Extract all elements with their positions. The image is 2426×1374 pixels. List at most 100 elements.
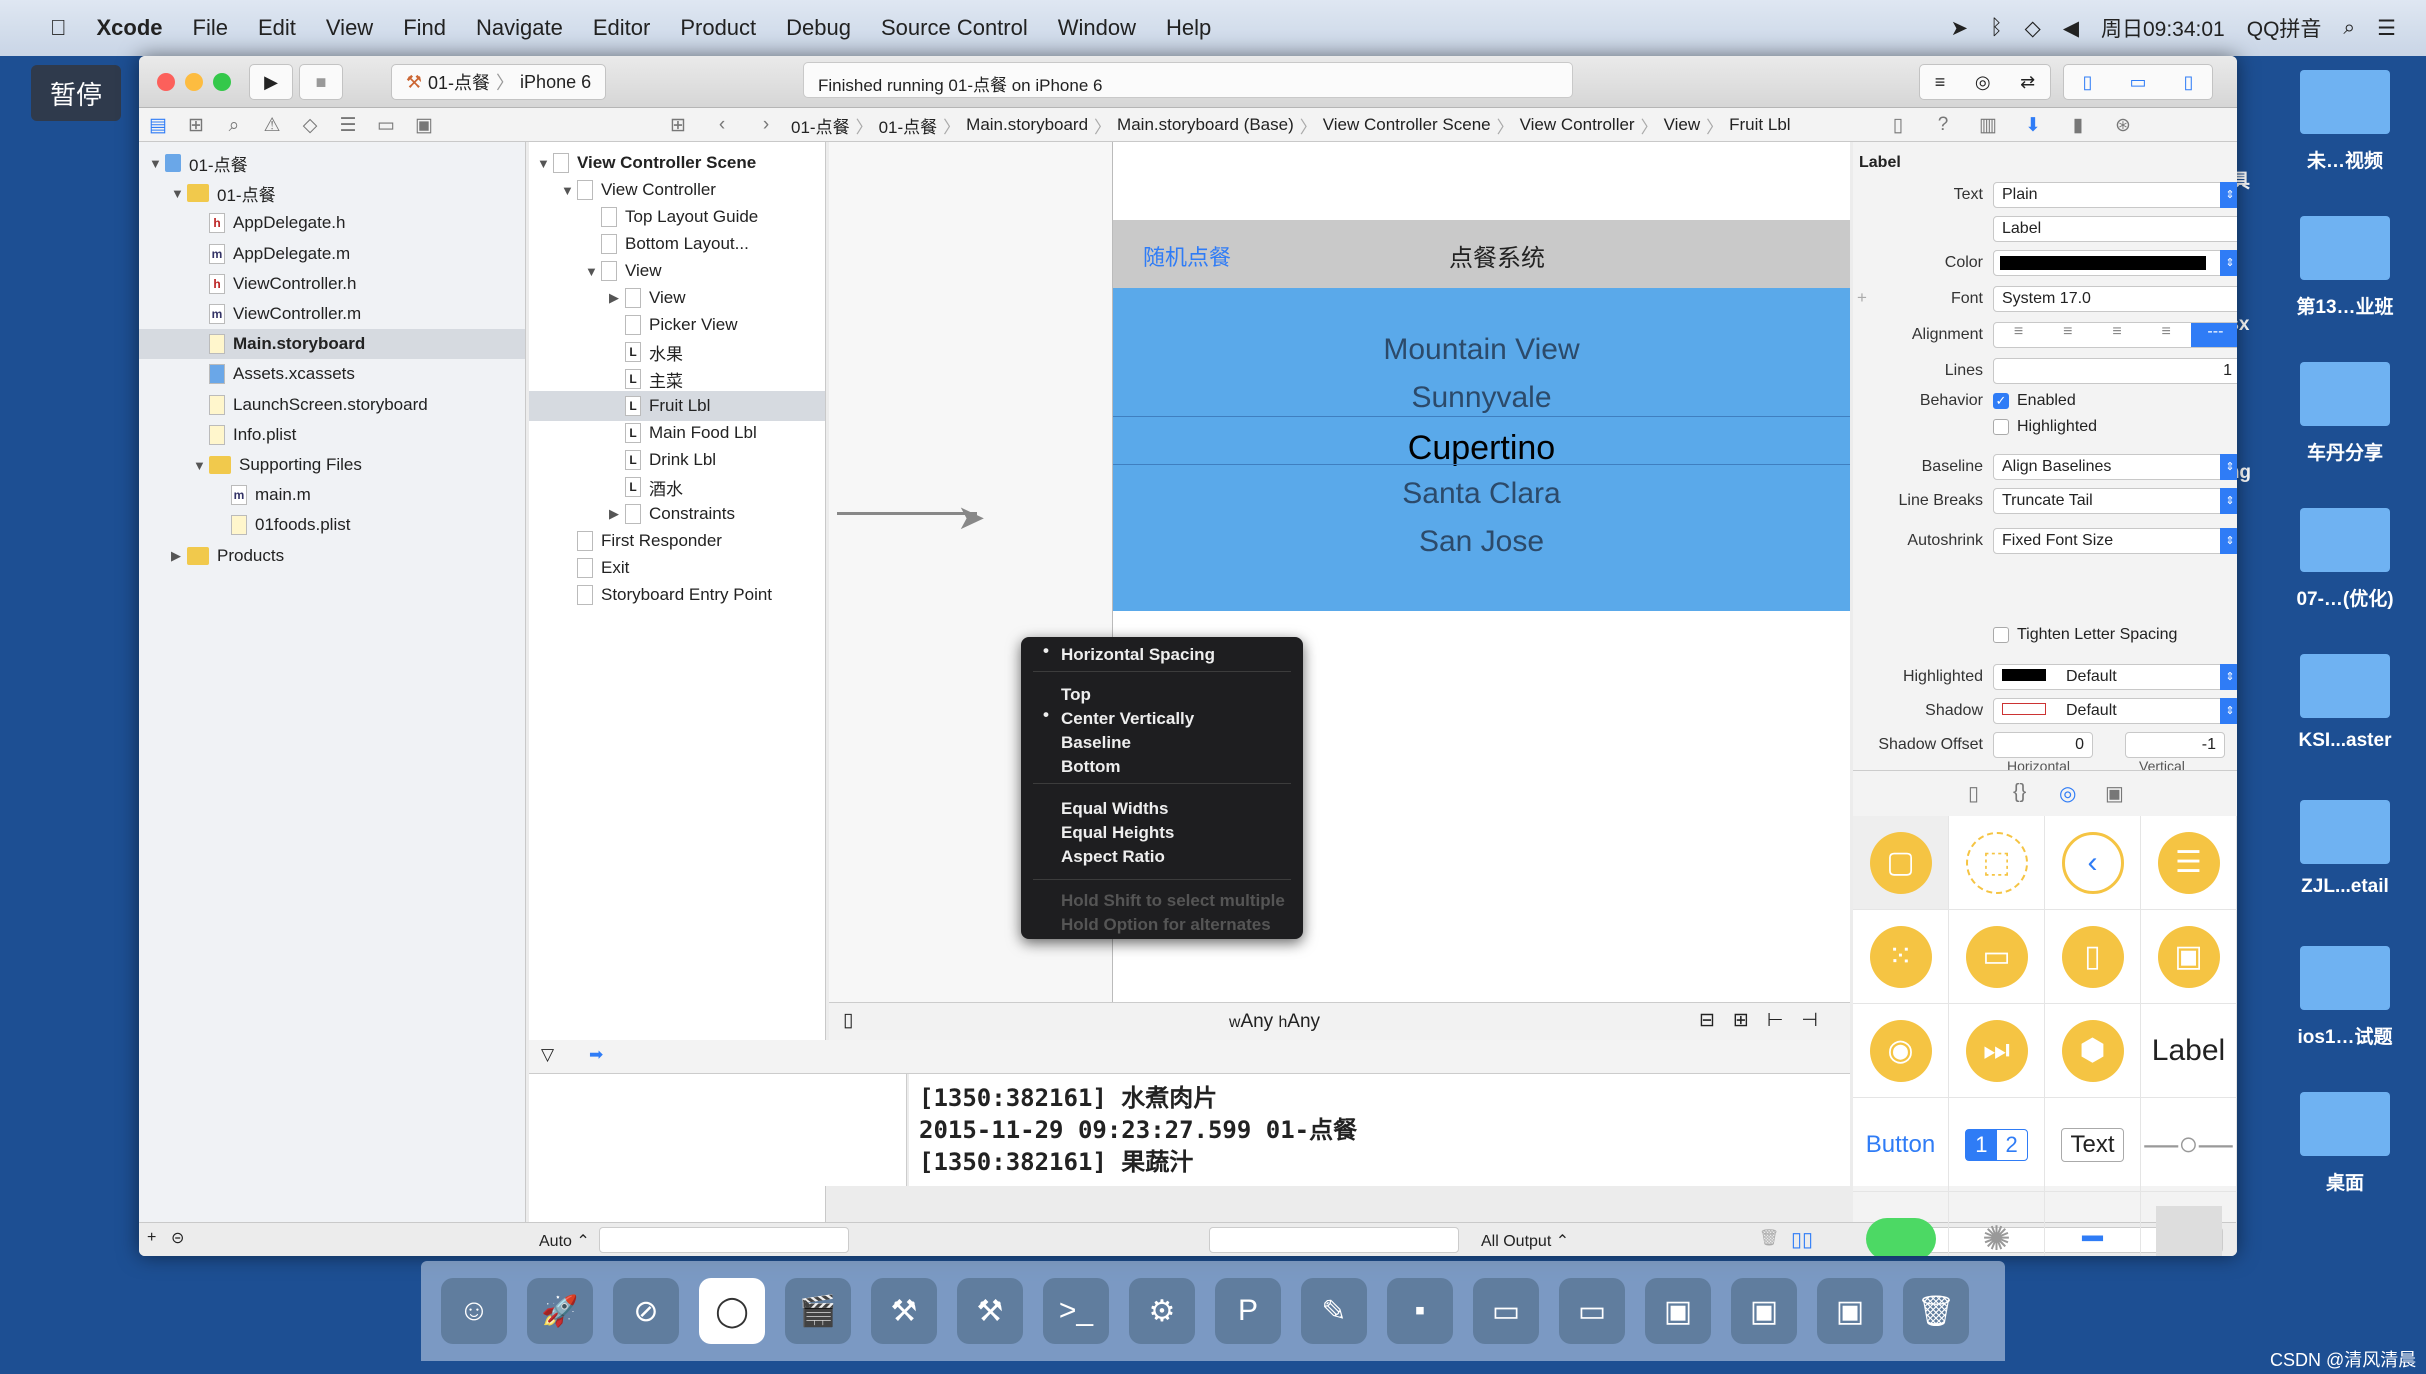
popup-arrows-icon[interactable]: ⇕: [2220, 250, 2237, 276]
run-button[interactable]: ▶: [249, 64, 293, 100]
size-class-button[interactable]: wAny hAny: [1229, 1011, 1320, 1033]
library-item[interactable]: Button: [1853, 1098, 1949, 1192]
outline-item[interactable]: ▶ Constraints: [529, 499, 825, 529]
object-library-icon[interactable]: ◎: [2059, 781, 2076, 806]
instruments-icon[interactable]: ⚒: [957, 1278, 1023, 1344]
library-item[interactable]: —○—: [2141, 1098, 2237, 1192]
popup-arrows-icon[interactable]: ⇕: [2220, 454, 2237, 480]
navigator-item[interactable]: m AppDelegate.m: [139, 239, 525, 269]
menu-item[interactable]: Horizontal Spacing: [1061, 645, 1215, 665]
library-item[interactable]: [1853, 1192, 1949, 1256]
input-method[interactable]: QQ拼音: [2247, 13, 2322, 43]
media-library-icon[interactable]: ▣: [2105, 781, 2124, 806]
screen-3-icon[interactable]: ▣: [1817, 1278, 1883, 1344]
outline-item[interactable]: ▼ View: [529, 256, 825, 286]
outline-item[interactable]: ▼ View Controller: [529, 175, 825, 205]
navigator-item[interactable]: ▼ 01-点餐: [139, 178, 525, 208]
file-template-icon[interactable]: ▯: [1968, 781, 1979, 806]
library-item[interactable]: ▭: [1949, 910, 2045, 1004]
desktop-folder[interactable]: KSI...aster: [2270, 654, 2420, 752]
linebreaks_value-field[interactable]: Truncate Tail ⇕: [1993, 488, 2237, 514]
navigator-item[interactable]: ▼ Supporting Files: [139, 450, 525, 480]
color_label-field[interactable]: ⇕: [1993, 250, 2237, 276]
safari-icon[interactable]: ⊘: [613, 1278, 679, 1344]
breakpoint-navigator-icon[interactable]: ▭: [367, 108, 405, 142]
file-inspector-icon[interactable]: ▯: [1879, 108, 1917, 142]
menu-app[interactable]: Xcode: [97, 15, 163, 41]
menu-item[interactable]: Aspect Ratio: [1061, 847, 1165, 867]
console-output[interactable]: [1350:382161] 水煮肉片 2015-11-29 09:23:27.59…: [909, 1074, 1850, 1186]
outline-item[interactable]: L Main Food Lbl: [529, 418, 825, 448]
menu-product[interactable]: Product: [680, 15, 756, 41]
highlighted_label-field[interactable]: ⇕ Default: [1993, 664, 2237, 690]
editor-mode-group[interactable]: ≡ ◎ ⇄: [1919, 64, 2051, 100]
disclosure-icon[interactable]: ▼: [561, 183, 577, 198]
library-item[interactable]: ⬚: [1949, 816, 2045, 910]
console-filter-input[interactable]: [1209, 1227, 1459, 1253]
system-preferences-icon[interactable]: ⚙: [1129, 1278, 1195, 1344]
mouse-icon[interactable]: ◯: [699, 1278, 765, 1344]
powerpoint-icon[interactable]: P: [1215, 1278, 1281, 1344]
navigator-item[interactable]: ▼ 01-点餐: [139, 148, 525, 178]
menu-item[interactable]: Baseline: [1061, 733, 1131, 753]
library-item[interactable]: ⏭: [1949, 1004, 2045, 1098]
outline-filter-input[interactable]: [599, 1227, 849, 1253]
scheme-selector[interactable]: ⚒ 01-点餐〉 iPhone 6: [391, 64, 606, 100]
notes-icon[interactable]: ✎: [1301, 1278, 1367, 1344]
xcode-icon[interactable]: ⚒: [871, 1278, 937, 1344]
menu-edit[interactable]: Edit: [258, 15, 296, 41]
navigator-item[interactable]: m main.m: [139, 480, 525, 510]
menu-view[interactable]: View: [326, 15, 373, 41]
disclosure-icon[interactable]: ▶: [171, 548, 187, 564]
menu-item[interactable]: Equal Heights: [1061, 823, 1174, 843]
breadcrumb-item[interactable]: Main.storyboard (Base): [1117, 115, 1294, 135]
picker-row[interactable]: Mountain View: [1113, 333, 1850, 367]
minimize-button[interactable]: [185, 73, 203, 91]
outline-item[interactable]: Top Layout Guide: [529, 202, 825, 232]
outline-item[interactable]: L 酒水: [529, 472, 825, 502]
pause-badge[interactable]: 暂停: [31, 65, 121, 121]
disclosure-icon[interactable]: ▶: [609, 290, 625, 306]
align-left-icon[interactable]: ≡: [1994, 323, 2043, 347]
font_value-field[interactable]: System 17.0: [1993, 286, 2237, 312]
desktop-folder[interactable]: 第13…业班: [2270, 216, 2420, 319]
alignment-segmented[interactable]: ≡ ≡ ≡ ≡ ---: [1993, 322, 2237, 348]
notification-icon[interactable]: ☰: [2377, 16, 2396, 41]
connections-inspector-icon[interactable]: ⊛: [2104, 108, 2142, 142]
window-icon[interactable]: ▭: [1559, 1278, 1625, 1344]
layout-tools[interactable]: ⊟⊞⊢⊣: [1699, 1009, 1836, 1032]
console-icon[interactable]: ▪: [1387, 1278, 1453, 1344]
outline-item[interactable]: ▼ View Controller Scene: [529, 148, 825, 178]
menu-editor[interactable]: Editor: [593, 15, 650, 41]
split-console-icon[interactable]: ▯▯: [1791, 1227, 1813, 1252]
menu-navigate[interactable]: Navigate: [476, 15, 563, 41]
size-inspector-icon[interactable]: ▮: [2059, 108, 2097, 142]
disclosure-icon[interactable]: ▶: [609, 506, 625, 522]
stop-button[interactable]: ■: [299, 64, 343, 100]
navigator-item[interactable]: Main.storyboard: [139, 329, 525, 360]
library-item[interactable]: Label: [2141, 1004, 2237, 1098]
library-item[interactable]: ⬢: [2045, 1004, 2141, 1098]
trash-icon[interactable]: 🗑: [1759, 1228, 1779, 1248]
bluetooth-icon[interactable]: ᛒ: [1990, 16, 2003, 40]
library-item[interactable]: ⁙: [1853, 910, 1949, 1004]
library-item[interactable]: ▢: [1853, 816, 1949, 910]
navigator-item[interactable]: 01foods.plist: [139, 510, 525, 540]
picker-row[interactable]: Santa Clara: [1113, 477, 1850, 511]
library-item[interactable]: ━: [2045, 1192, 2141, 1256]
terminal-icon[interactable]: >_: [1043, 1278, 1109, 1344]
related-items-icon[interactable]: ⊞: [659, 108, 697, 142]
disclosure-icon[interactable]: ▼: [585, 264, 601, 279]
outline-item[interactable]: L 主菜: [529, 364, 825, 394]
find-navigator-icon[interactable]: ⌕: [215, 109, 253, 143]
popup-arrows-icon[interactable]: ⇕: [2220, 528, 2237, 554]
desktop-folder[interactable]: 桌面: [2270, 1092, 2420, 1195]
issue-navigator-icon[interactable]: ⚠: [253, 108, 291, 142]
library-item[interactable]: Text: [2045, 1098, 2141, 1192]
breadcrumb-item[interactable]: Main.storyboard: [966, 115, 1088, 135]
menu-help[interactable]: Help: [1166, 15, 1211, 41]
report-navigator-icon[interactable]: ▣: [405, 108, 443, 142]
help-inspector-icon[interactable]: ?: [1924, 108, 1962, 142]
desktop-folder[interactable]: 07-…(优化): [2270, 508, 2420, 611]
photo-booth-icon[interactable]: 🎬: [785, 1278, 851, 1344]
